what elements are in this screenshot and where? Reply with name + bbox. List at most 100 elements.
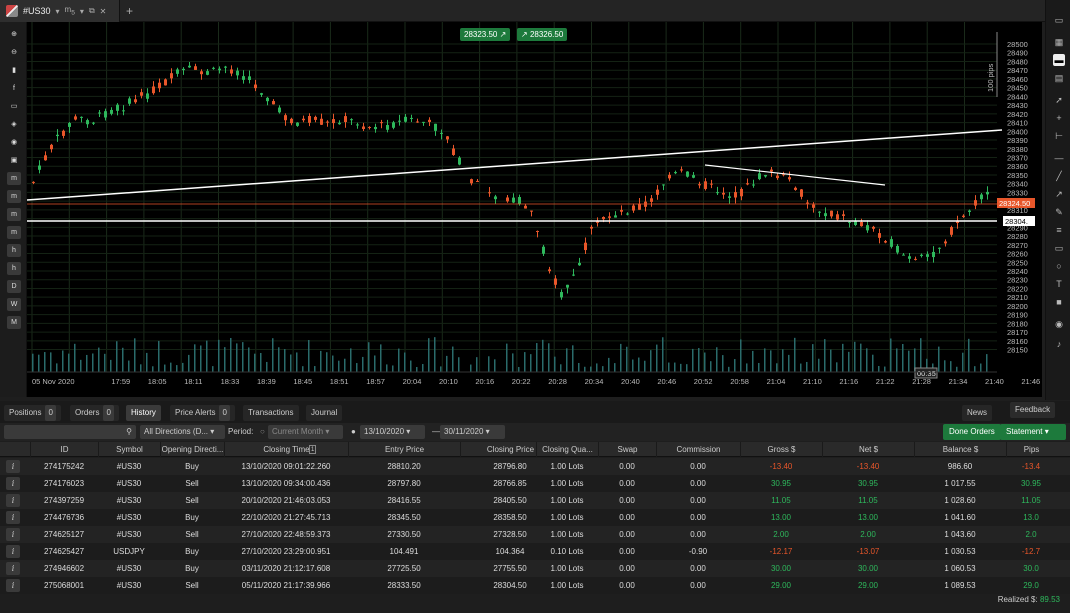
cursor-icon[interactable]: ➚ bbox=[1053, 94, 1065, 106]
custom-range-radio[interactable]: ● bbox=[347, 425, 360, 439]
candle-body bbox=[848, 221, 851, 223]
candlestick-chart-svg[interactable]: 2850028490284802847028460284502844028430… bbox=[26, 22, 1042, 397]
price-chart[interactable]: 28500 28490 28480 28470 28460 28450 28440 28430… bbox=[26, 22, 1042, 397]
current-month-radio[interactable]: ○ bbox=[256, 425, 269, 439]
volume-bar bbox=[188, 354, 190, 372]
table-row[interactable]: i 274625427 USDJPY Buy 27/10/2020 23:29:00.9… bbox=[0, 543, 1070, 560]
info-icon[interactable]: i bbox=[6, 477, 20, 490]
m30-icon[interactable]: m bbox=[7, 226, 21, 239]
camera-icon[interactable]: ◉ bbox=[1053, 318, 1065, 330]
eye-icon[interactable]: ◉ bbox=[7, 136, 21, 149]
volume-bar bbox=[686, 364, 688, 372]
layers-icon[interactable]: ◈ bbox=[7, 118, 21, 131]
table-row[interactable]: i 274397259 #US30 Sell 20/10/2020 21:46:03.0… bbox=[0, 492, 1070, 509]
table-row[interactable]: i 274946602 #US30 Buy 03/11/2020 21:12:17.60… bbox=[0, 560, 1070, 577]
info-icon[interactable]: i bbox=[6, 545, 20, 558]
chart-type-icon[interactable]: ▭ bbox=[1053, 14, 1065, 26]
tab-positions[interactable]: Positions 0 bbox=[4, 405, 61, 421]
search-input[interactable]: ⚲ bbox=[4, 425, 136, 439]
info-icon[interactable]: i bbox=[6, 528, 20, 541]
crosshair-icon[interactable]: + bbox=[1053, 112, 1065, 124]
column-header[interactable]: Entry Price bbox=[348, 442, 460, 457]
tab-journal[interactable]: Journal bbox=[306, 405, 343, 421]
tab-transactions[interactable]: Transactions bbox=[243, 405, 299, 421]
grid-layout-icon[interactable]: ▦ bbox=[1053, 36, 1065, 48]
info-icon[interactable]: i bbox=[6, 511, 20, 524]
tab-orders[interactable]: Orders 0 bbox=[70, 405, 119, 421]
M-icon[interactable]: M bbox=[7, 316, 21, 329]
search-minus-icon[interactable]: ⊖ bbox=[7, 46, 21, 59]
chart-tab-us30[interactable]: #US30 ▾ m5 ▾ ⧉ ✕ bbox=[0, 0, 120, 22]
camera-icon[interactable]: ▣ bbox=[7, 154, 21, 167]
m5-icon[interactable]: m bbox=[7, 190, 21, 203]
trendline-icon[interactable]: ╱ bbox=[1053, 170, 1065, 182]
table-row[interactable]: i 274175242 #US30 Buy 13/10/2020 09:01:22.26… bbox=[0, 458, 1070, 475]
order-icon[interactable]: ⊢ bbox=[1053, 130, 1065, 142]
bars-icon[interactable]: ▮ bbox=[7, 64, 21, 77]
info-icon[interactable]: i bbox=[6, 494, 20, 507]
current-month-select[interactable]: Current Month ▾ bbox=[268, 425, 343, 439]
candle-body bbox=[746, 183, 749, 185]
crosshair-icon[interactable]: ▭ bbox=[7, 100, 21, 113]
info-icon[interactable]: i bbox=[6, 562, 20, 575]
volume-bar bbox=[818, 358, 820, 372]
candle-body bbox=[224, 66, 227, 68]
tab-price-alerts[interactable]: Price Alerts 0 bbox=[170, 405, 235, 421]
feedback-button[interactable]: Feedback bbox=[1010, 402, 1056, 418]
table-row[interactable]: i 274625127 #US30 Sell 27/10/2020 22:48:59.3… bbox=[0, 526, 1070, 543]
alert-bell-icon[interactable]: ♪ bbox=[1053, 338, 1065, 350]
sort-indicator-icon[interactable]: 1 bbox=[309, 445, 317, 454]
statement-button[interactable]: Statement ▾ bbox=[1000, 424, 1066, 440]
circle-icon[interactable]: ○ bbox=[1053, 260, 1065, 272]
column-header[interactable]: ID bbox=[30, 442, 98, 457]
chevron-down-icon[interactable]: ▾ bbox=[56, 7, 60, 16]
timeframe-label[interactable]: m5 bbox=[65, 5, 75, 17]
info-icon[interactable]: i bbox=[6, 579, 20, 592]
W-icon[interactable]: W bbox=[7, 298, 21, 311]
bid-price-box[interactable]: 28323.50 ↗ bbox=[460, 28, 511, 41]
D-icon[interactable]: D bbox=[7, 280, 21, 293]
column-header[interactable]: Swap bbox=[598, 442, 656, 457]
date-to-input[interactable]: 30/11/2020 ▾ bbox=[440, 425, 505, 439]
ask-price-box[interactable]: ↗ 28326.50 bbox=[517, 28, 568, 41]
column-header[interactable]: Symbol bbox=[98, 442, 160, 457]
close-icon[interactable]: ✕ bbox=[100, 7, 107, 16]
pen-icon[interactable]: ✎ bbox=[1053, 206, 1065, 218]
done-orders-button[interactable]: Done Orders bbox=[943, 424, 1001, 440]
split-chart-icon[interactable]: ▤ bbox=[1053, 72, 1065, 84]
cell-qty: 1.00 Lots bbox=[550, 564, 584, 573]
detach-icon[interactable]: ⧉ bbox=[89, 6, 95, 16]
m15-icon[interactable]: m bbox=[7, 208, 21, 221]
single-chart-icon[interactable]: ▬ bbox=[1053, 54, 1065, 66]
info-icon[interactable]: i bbox=[6, 460, 20, 473]
ray-icon[interactable]: ↗ bbox=[1053, 188, 1065, 200]
column-header[interactable]: Pips bbox=[1006, 442, 1056, 457]
column-header[interactable]: Closing Qua... bbox=[536, 442, 598, 457]
table-row[interactable]: i 274176023 #US30 Sell 13/10/2020 09:34:00.4… bbox=[0, 475, 1070, 492]
comment-icon[interactable]: ▭ bbox=[1053, 242, 1065, 254]
column-header[interactable]: Opening Directi... bbox=[160, 442, 224, 457]
m1-icon[interactable]: m bbox=[7, 172, 21, 185]
search-plus-icon[interactable]: ⊕ bbox=[7, 28, 21, 41]
table-row[interactable]: i 274476736 #US30 Buy 22/10/2020 21:27:45.71… bbox=[0, 509, 1070, 526]
news-button[interactable]: News bbox=[962, 405, 993, 421]
h4-icon[interactable]: h bbox=[7, 262, 21, 275]
direction-select[interactable]: All Directions (D... ▾ bbox=[140, 425, 225, 439]
horizontal-line-icon[interactable]: — bbox=[1053, 152, 1065, 164]
column-header[interactable]: Gross $ bbox=[740, 442, 822, 457]
column-header[interactable]: Balance $ bbox=[914, 442, 1006, 457]
candle-body bbox=[350, 119, 353, 121]
date-from-input[interactable]: 13/10/2020 ▾ bbox=[360, 425, 425, 439]
tab-history[interactable]: History bbox=[126, 405, 161, 421]
chevron-down-icon[interactable]: ▾ bbox=[80, 7, 84, 16]
facebook-icon[interactable]: f bbox=[7, 82, 21, 95]
fibonacci-icon[interactable]: ≡ bbox=[1053, 224, 1065, 236]
column-header[interactable]: Net $ bbox=[822, 442, 914, 457]
column-header[interactable]: Closing Time bbox=[224, 442, 348, 457]
h1-icon[interactable]: h bbox=[7, 244, 21, 257]
text-icon[interactable]: T bbox=[1053, 278, 1065, 290]
add-tab-button[interactable]: + bbox=[126, 4, 133, 18]
column-header[interactable]: Commission bbox=[656, 442, 740, 457]
table-row[interactable]: i 275068001 #US30 Sell 05/11/2020 21:17:39.9… bbox=[0, 577, 1070, 594]
rectangle-icon[interactable]: ■ bbox=[1053, 296, 1065, 308]
